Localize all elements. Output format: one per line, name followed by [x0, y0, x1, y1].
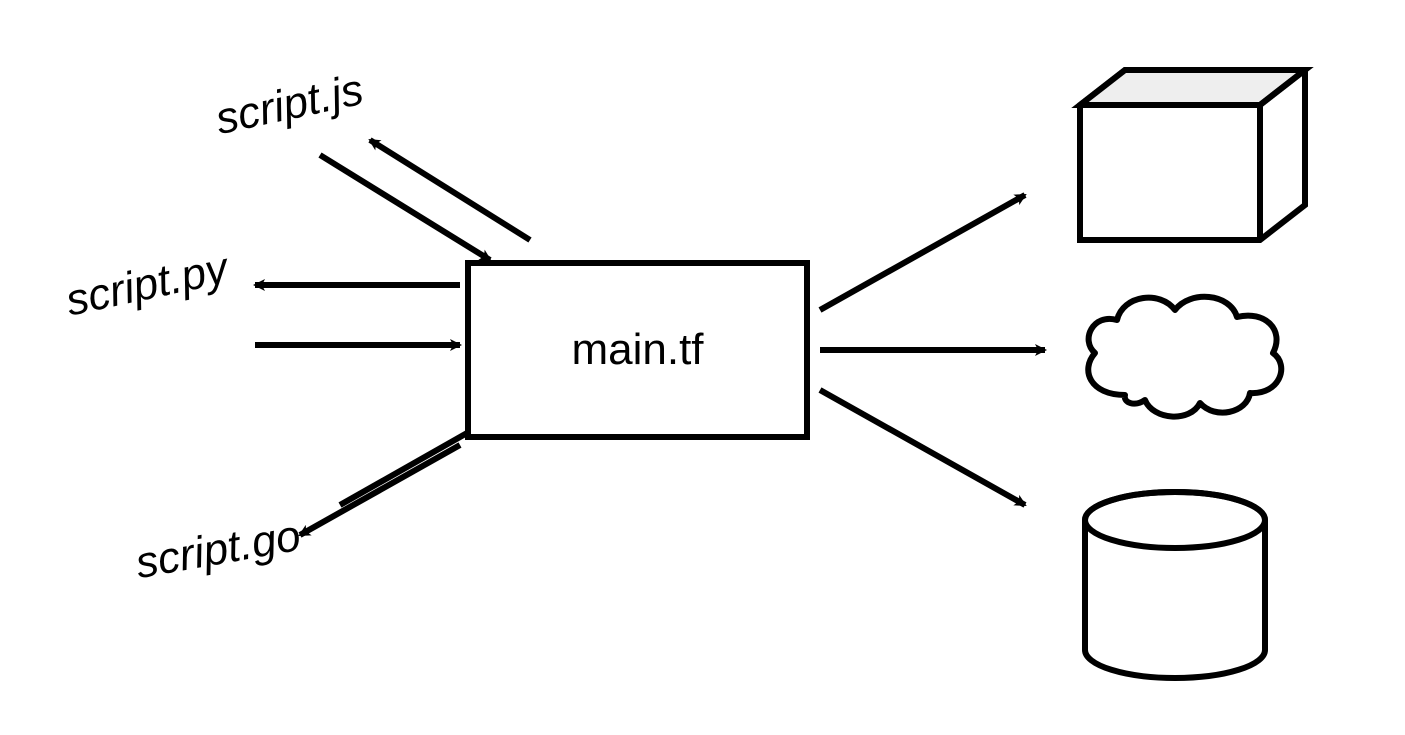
arrow-main-to-scriptgo	[300, 445, 460, 535]
cylinder-icon	[1085, 492, 1265, 678]
arrow-scriptjs-to-main	[320, 155, 490, 260]
arrow-main-to-cube	[820, 195, 1025, 310]
main-box-label: main.tf	[571, 325, 703, 375]
cloud-icon	[1088, 297, 1281, 417]
arrow-main-to-scriptjs	[370, 140, 530, 240]
main-box: main.tf	[465, 260, 810, 440]
cube-icon	[1080, 70, 1305, 240]
arrow-main-to-cylinder	[820, 390, 1025, 505]
